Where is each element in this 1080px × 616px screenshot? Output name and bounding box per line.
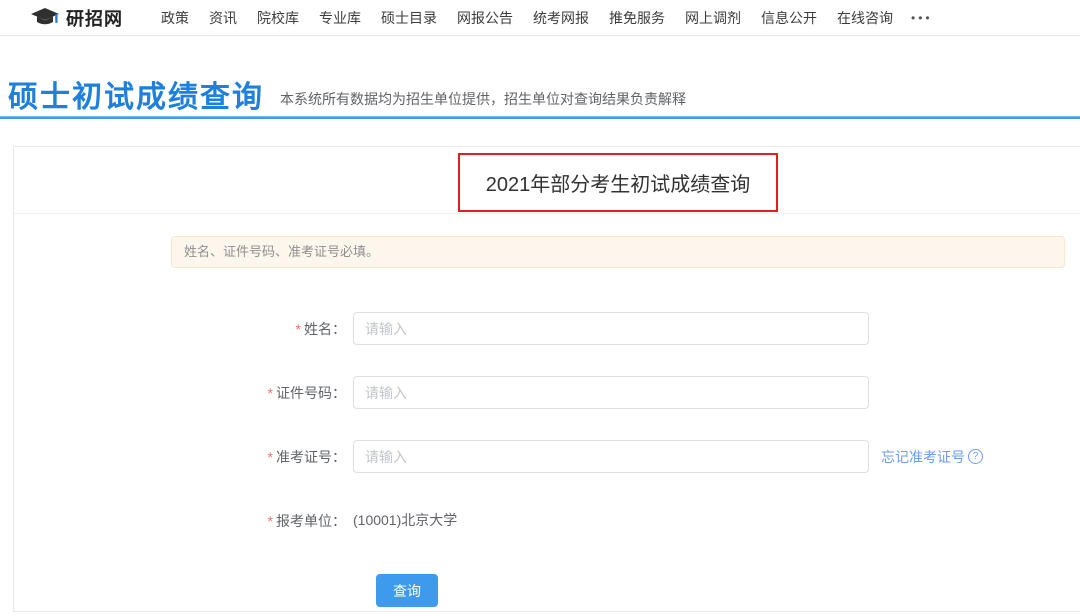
forgot-ticket-link[interactable]: 忘记准考证号? xyxy=(881,447,983,467)
forgot-ticket-link-text: 忘记准考证号 xyxy=(881,447,965,467)
submit-row: 查询 xyxy=(376,574,1080,607)
id-number-label: *证件号码： xyxy=(14,383,346,403)
required-asterisk: * xyxy=(268,385,273,401)
form-row-name: *姓名： xyxy=(14,312,1080,345)
card-header: 2021年部分考生初试成绩查询 xyxy=(14,147,1080,214)
required-asterisk: * xyxy=(268,449,273,465)
header-divider xyxy=(0,116,1080,119)
page-subtitle: 本系统所有数据均为招生单位提供，招生单位对查询结果负责解释 xyxy=(280,89,686,116)
id-number-label-text: 证件号码： xyxy=(276,385,346,401)
site-logo-text: 研招网 xyxy=(66,5,123,31)
id-number-input[interactable] xyxy=(353,376,869,409)
institution-label: *报考单位： xyxy=(14,511,346,531)
nav-item-online-adjustment[interactable]: 网上调剂 xyxy=(685,8,741,28)
nav-item-unified-exam-registration[interactable]: 统考网报 xyxy=(533,8,589,28)
nav-more-icon[interactable]: ••• xyxy=(911,11,933,25)
card-title: 2021年部分考生初试成绩查询 xyxy=(486,174,751,196)
query-button[interactable]: 查询 xyxy=(376,574,438,607)
top-nav: 研招网 政策 资讯 院校库 专业库 硕士目录 网报公告 统考网报 推免服务 网上… xyxy=(0,0,1080,36)
graduation-cap-icon xyxy=(30,7,60,29)
nav-item-master-catalog[interactable]: 硕士目录 xyxy=(381,8,437,28)
required-asterisk: * xyxy=(296,321,301,337)
nav-item-report-notice[interactable]: 网报公告 xyxy=(457,8,513,28)
site-logo[interactable]: 研招网 xyxy=(30,5,123,31)
ticket-number-input[interactable] xyxy=(353,440,869,473)
nav-item-major-library[interactable]: 专业库 xyxy=(319,8,361,28)
institution-label-text: 报考单位： xyxy=(276,513,346,529)
nav-item-policy[interactable]: 政策 xyxy=(161,8,189,28)
red-annotation-box: 2021年部分考生初试成绩查询 xyxy=(458,153,779,212)
institution-value: (10001)北京大学 xyxy=(353,504,457,537)
nav-item-online-consult[interactable]: 在线咨询 xyxy=(837,8,893,28)
nav-item-news[interactable]: 资讯 xyxy=(209,8,237,28)
score-query-card: 2021年部分考生初试成绩查询 姓名、证件号码、准考证号必填。 *姓名： *证件… xyxy=(13,146,1080,612)
page-header: 硕士初试成绩查询 本系统所有数据均为招生单位提供，招生单位对查询结果负责解释 xyxy=(0,36,1080,116)
ticket-number-label-text: 准考证号： xyxy=(276,449,346,465)
name-label: *姓名： xyxy=(14,319,346,339)
required-asterisk: * xyxy=(268,513,273,529)
name-input[interactable] xyxy=(353,312,869,345)
card-body: 姓名、证件号码、准考证号必填。 *姓名： *证件号码： *准考证号： 忘记准考证… xyxy=(14,214,1080,607)
form-row-id-number: *证件号码： xyxy=(14,376,1080,409)
ticket-number-label: *准考证号： xyxy=(14,447,346,467)
name-label-text: 姓名： xyxy=(304,321,346,337)
required-fields-notice: 姓名、证件号码、准考证号必填。 xyxy=(171,236,1065,268)
form-row-ticket-number: *准考证号： 忘记准考证号? xyxy=(14,440,1080,473)
form-row-institution: *报考单位： (10001)北京大学 xyxy=(14,504,1080,537)
nav-item-college-library[interactable]: 院校库 xyxy=(257,8,299,28)
page-title: 硕士初试成绩查询 xyxy=(8,80,264,116)
nav-item-info-disclosure[interactable]: 信息公开 xyxy=(761,8,817,28)
question-circle-icon: ? xyxy=(968,449,983,464)
nav-item-exemption-service[interactable]: 推免服务 xyxy=(609,8,665,28)
